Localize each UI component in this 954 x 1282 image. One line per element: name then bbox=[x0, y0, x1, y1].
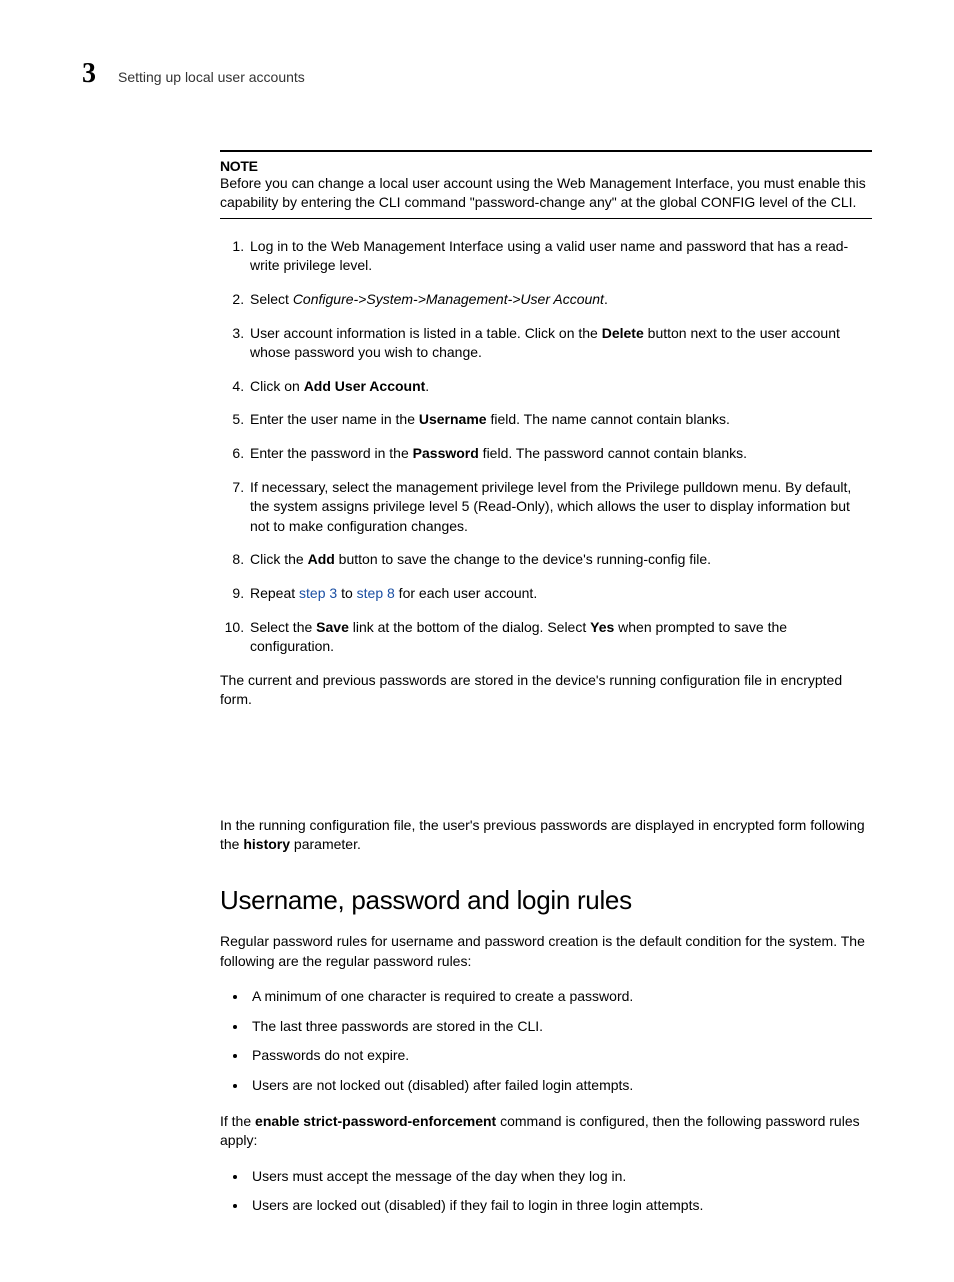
paragraph-stored-passwords: The current and previous passwords are s… bbox=[220, 671, 872, 710]
step-3-link[interactable]: step 3 bbox=[299, 585, 337, 601]
step-4: Click on Add User Account. bbox=[248, 377, 872, 397]
step-2: Select Configure->System->Management->Us… bbox=[248, 290, 872, 310]
page-header: 3 Setting up local user accounts bbox=[82, 58, 872, 90]
paragraph-history: In the running configuration file, the u… bbox=[220, 816, 872, 855]
text: Select the bbox=[250, 619, 316, 635]
step-3: User account information is listed in a … bbox=[248, 324, 872, 363]
text: parameter. bbox=[290, 836, 361, 852]
text: to bbox=[337, 585, 356, 601]
add-user-account-label: Add User Account bbox=[304, 378, 426, 394]
delete-label: Delete bbox=[602, 325, 644, 341]
spacer bbox=[220, 726, 872, 816]
chapter-title: Setting up local user accounts bbox=[118, 69, 305, 85]
step-6: Enter the password in the Password field… bbox=[248, 444, 872, 464]
list-item: Users must accept the message of the day… bbox=[248, 1167, 872, 1187]
text: button to save the change to the device'… bbox=[335, 551, 711, 567]
yes-label: Yes bbox=[590, 619, 614, 635]
step-5: Enter the user name in the Username fiel… bbox=[248, 410, 872, 430]
text: . bbox=[425, 378, 429, 394]
text: Click the bbox=[250, 551, 308, 567]
text: Click on bbox=[250, 378, 304, 394]
text: field. The password cannot contain blank… bbox=[479, 445, 747, 461]
content-area: NOTE Before you can change a local user … bbox=[220, 150, 872, 1216]
text: Enter the password in the bbox=[250, 445, 413, 461]
text: User account information is listed in a … bbox=[250, 325, 602, 341]
text: for each user account. bbox=[395, 585, 537, 601]
text: Select bbox=[250, 291, 293, 307]
history-param-label: history bbox=[243, 836, 290, 852]
note-box: NOTE Before you can change a local user … bbox=[220, 150, 872, 219]
list-item: Passwords do not expire. bbox=[248, 1046, 872, 1066]
step-9: Repeat step 3 to step 8 for each user ac… bbox=[248, 584, 872, 604]
list-item: Users are not locked out (disabled) afte… bbox=[248, 1076, 872, 1096]
bullet-list-regular-rules: A minimum of one character is required t… bbox=[220, 987, 872, 1095]
note-label: NOTE bbox=[220, 158, 872, 174]
text: . bbox=[604, 291, 608, 307]
text: Repeat bbox=[250, 585, 299, 601]
step-8: Click the Add button to save the change … bbox=[248, 550, 872, 570]
text: field. The name cannot contain blanks. bbox=[487, 411, 730, 427]
add-button-label: Add bbox=[308, 551, 335, 567]
list-item: Users are locked out (disabled) if they … bbox=[248, 1196, 872, 1216]
text: Enter the user name in the bbox=[250, 411, 419, 427]
bullet-list-strict-rules: Users must accept the message of the day… bbox=[220, 1167, 872, 1216]
section-heading-login-rules: Username, password and login rules bbox=[220, 885, 872, 916]
step-list: Log in to the Web Management Interface u… bbox=[220, 237, 872, 657]
password-field-label: Password bbox=[413, 445, 479, 461]
step-10: Select the Save link at the bottom of th… bbox=[248, 618, 872, 657]
list-item: The last three passwords are stored in t… bbox=[248, 1017, 872, 1037]
step-8-link[interactable]: step 8 bbox=[357, 585, 395, 601]
paragraph-rules-intro: Regular password rules for username and … bbox=[220, 932, 872, 971]
menu-path: Configure->System->Management->User Acco… bbox=[293, 291, 604, 307]
step-7: If necessary, select the management priv… bbox=[248, 478, 872, 537]
strict-command-label: enable strict-password-enforcement bbox=[255, 1113, 496, 1129]
step-1: Log in to the Web Management Interface u… bbox=[248, 237, 872, 276]
list-item: A minimum of one character is required t… bbox=[248, 987, 872, 1007]
chapter-number: 3 bbox=[82, 58, 96, 90]
page: 3 Setting up local user accounts NOTE Be… bbox=[0, 0, 954, 1282]
paragraph-strict-intro: If the enable strict-password-enforcemen… bbox=[220, 1112, 872, 1151]
note-body: Before you can change a local user accou… bbox=[220, 174, 872, 212]
username-field-label: Username bbox=[419, 411, 487, 427]
save-link-label: Save bbox=[316, 619, 349, 635]
text: link at the bottom of the dialog. Select bbox=[349, 619, 590, 635]
text: If the bbox=[220, 1113, 255, 1129]
